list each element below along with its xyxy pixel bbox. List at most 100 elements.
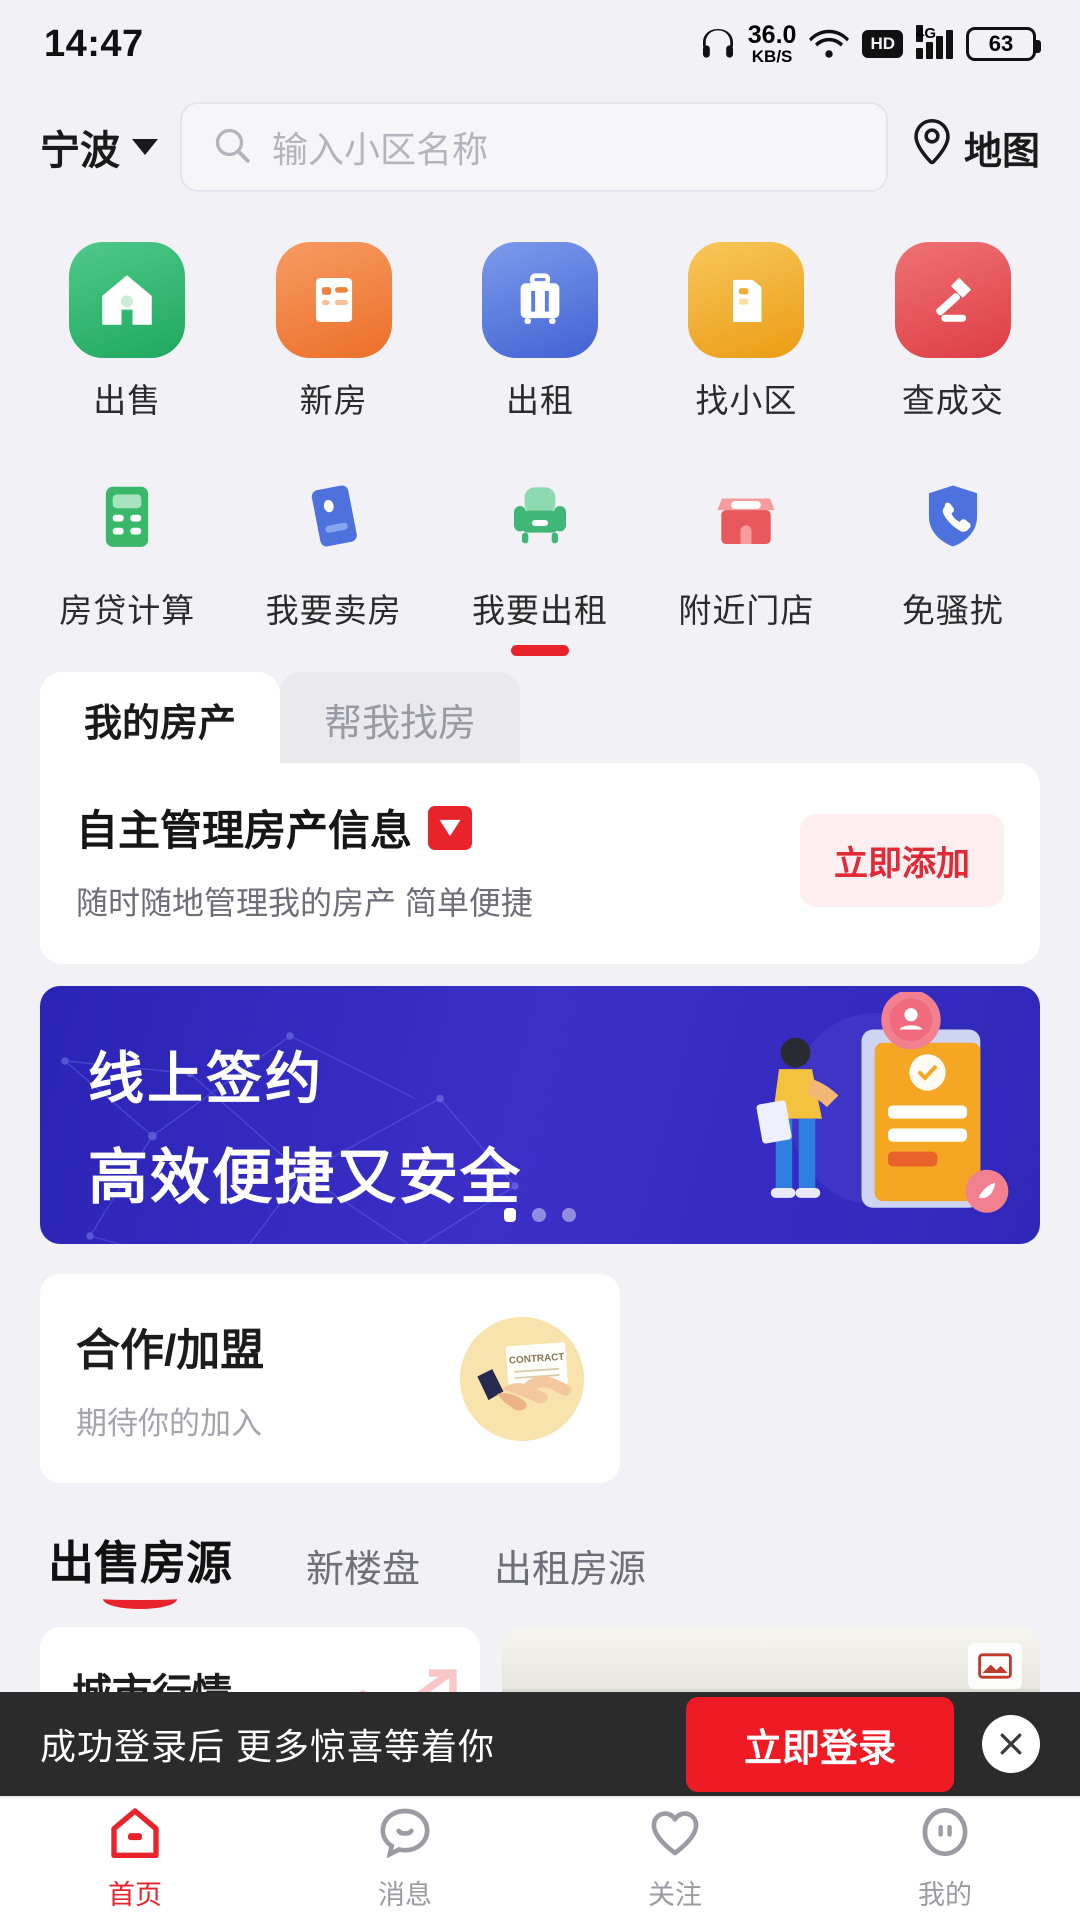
quick-action-label: 我要出租 — [472, 584, 608, 632]
signal-icon: 4G — [916, 29, 953, 59]
quick-action-sell-house[interactable]: 我要卖房 — [230, 450, 436, 642]
tab-find-house-for-me[interactable]: 帮我找房 — [280, 672, 520, 763]
profile-icon — [917, 1806, 973, 1863]
search-icon — [212, 125, 252, 170]
home-icon — [107, 1806, 163, 1863]
add-property-button[interactable]: 立即添加 — [800, 814, 1004, 907]
status-icons: 36.0 KB/S HD 4G 63 — [701, 23, 1036, 65]
banner-dot[interactable] — [504, 1208, 516, 1222]
photo-ceiling — [502, 1627, 1040, 1689]
quick-action-label: 查成交 — [902, 374, 1004, 422]
shop-icon — [694, 464, 798, 568]
property-card-title: 自主管理房产信息 — [76, 797, 800, 858]
banner-line2: 高效便捷又安全 — [88, 1129, 522, 1216]
house-icon — [69, 242, 185, 358]
quick-action-label: 新房 — [300, 374, 368, 422]
network-speed-value: 36.0 — [748, 23, 797, 48]
property-card-title-text: 自主管理房产信息 — [76, 797, 412, 858]
tag-icon — [282, 464, 386, 568]
banner-line1: 线上签约 — [88, 1034, 522, 1115]
quick-action-find-community[interactable]: 找小区 — [643, 228, 849, 432]
property-card-subtitle: 随时随地管理我的房产 简单便捷 — [76, 878, 800, 924]
quick-action-label: 出售 — [93, 374, 161, 422]
building-icon — [688, 242, 804, 358]
quick-action-label: 房贷计算 — [59, 584, 195, 632]
battery-icon: 63 — [966, 27, 1036, 61]
status-time: 14:47 — [44, 23, 144, 66]
tab-label: 我的 — [918, 1873, 972, 1912]
banner-pagination-dots[interactable] — [504, 1208, 576, 1222]
search-placeholder: 输入小区名称 — [272, 121, 488, 173]
quick-action-nearby-stores[interactable]: 附近门店 — [643, 450, 849, 642]
chevron-down-icon — [132, 139, 158, 155]
my-property-section: 我的房产 帮我找房 自主管理房产信息 随时随地管理我的房产 简单便捷 立即添加 — [0, 648, 1080, 964]
tab-my-property[interactable]: 我的房产 — [40, 672, 280, 763]
partnership-subtitle: 期待你的加入 — [76, 1398, 460, 1443]
wifi-icon — [809, 28, 849, 60]
tab-label: 关注 — [648, 1873, 702, 1912]
tab-following[interactable]: 关注 — [540, 1806, 810, 1912]
quick-action-label: 我要卖房 — [266, 584, 402, 632]
quick-action-mortgage-calculator[interactable]: 房贷计算 — [24, 450, 230, 642]
banner-illustration — [680, 992, 1010, 1242]
gavel-icon — [895, 242, 1011, 358]
phone-shield-icon — [901, 464, 1005, 568]
tab-active-underline — [103, 1589, 177, 1609]
location-pin-icon — [910, 119, 954, 175]
quick-action-grid: 出售 新房 出租 找小区 查成交 — [0, 210, 1080, 648]
quick-action-new-house[interactable]: 新房 — [230, 228, 436, 432]
map-label: 地图 — [964, 120, 1040, 175]
login-button[interactable]: 立即登录 — [686, 1697, 954, 1792]
property-card: 自主管理房产信息 随时随地管理我的房产 简单便捷 立即添加 — [40, 763, 1040, 964]
tab-profile[interactable]: 我的 — [810, 1806, 1080, 1912]
sofa-icon — [488, 464, 592, 568]
quick-action-post-rental[interactable]: 我要出租 — [437, 450, 643, 642]
headphone-icon — [701, 29, 735, 59]
tab-new-developments[interactable]: 新楼盘 — [306, 1538, 420, 1611]
quick-action-row-1: 出售 新房 出租 找小区 查成交 — [24, 228, 1056, 432]
heart-icon — [647, 1806, 703, 1863]
handshake-icon: CONTRACT — [460, 1317, 584, 1441]
tab-home[interactable]: 首页 — [0, 1806, 270, 1912]
partnership-text: 合作/加盟 期待你的加入 — [76, 1314, 460, 1443]
city-name: 宁波 — [40, 118, 120, 176]
property-card-text: 自主管理房产信息 随时随地管理我的房产 简单便捷 — [76, 797, 800, 924]
network-speed: 36.0 KB/S — [748, 23, 797, 65]
quick-action-label: 免骚扰 — [902, 584, 1004, 632]
new-badge-icon — [428, 806, 472, 850]
network-type-label: 4G — [916, 25, 923, 42]
message-icon — [377, 1806, 433, 1863]
banner-dot[interactable] — [562, 1208, 576, 1222]
banner-dot[interactable] — [532, 1208, 546, 1222]
bottom-tab-bar: 首页 消息 关注 我的 — [0, 1796, 1080, 1920]
login-prompt-text: 成功登录后 更多惊喜等着你 — [40, 1718, 658, 1770]
tab-for-sale-listings[interactable]: 出售房源 — [48, 1527, 232, 1611]
city-selector[interactable]: 宁波 — [40, 118, 158, 176]
tab-label: 消息 — [378, 1873, 432, 1912]
tab-rental-listings[interactable]: 出租房源 — [494, 1538, 646, 1611]
listing-tabs: 出售房源 新楼盘 出租房源 — [0, 1483, 1080, 1611]
map-button[interactable]: 地图 — [910, 119, 1040, 175]
search-input[interactable]: 输入小区名称 — [180, 102, 888, 192]
partnership-title: 合作/加盟 — [76, 1314, 460, 1378]
tab-messages[interactable]: 消息 — [270, 1806, 540, 1912]
active-indicator-dot — [511, 645, 569, 656]
tab-label: 首页 — [108, 1873, 162, 1912]
quick-action-row-2: 房贷计算 我要卖房 我要出租 附近门店 免骚扰 — [24, 450, 1056, 642]
property-tabs: 我的房产 帮我找房 — [40, 672, 1040, 763]
quick-action-deals[interactable]: 查成交 — [850, 228, 1056, 432]
quick-action-sale[interactable]: 出售 — [24, 228, 230, 432]
battery-level: 63 — [989, 31, 1013, 57]
document-icon — [276, 242, 392, 358]
promo-banner[interactable]: 线上签约 高效便捷又安全 — [40, 986, 1040, 1244]
tab-label: 出售房源 — [48, 1537, 232, 1589]
partnership-card[interactable]: 合作/加盟 期待你的加入 CONTRACT — [40, 1274, 620, 1483]
quick-action-no-disturb[interactable]: 免骚扰 — [850, 450, 1056, 642]
calculator-icon — [75, 464, 179, 568]
status-bar: 14:47 36.0 KB/S HD 4G 63 — [0, 0, 1080, 88]
quick-action-rent[interactable]: 出租 — [437, 228, 643, 432]
partnership-section: 合作/加盟 期待你的加入 CONTRACT — [0, 1244, 1080, 1483]
close-icon[interactable] — [982, 1715, 1040, 1773]
suitcase-icon — [482, 242, 598, 358]
network-speed-unit: KB/S — [752, 48, 793, 65]
